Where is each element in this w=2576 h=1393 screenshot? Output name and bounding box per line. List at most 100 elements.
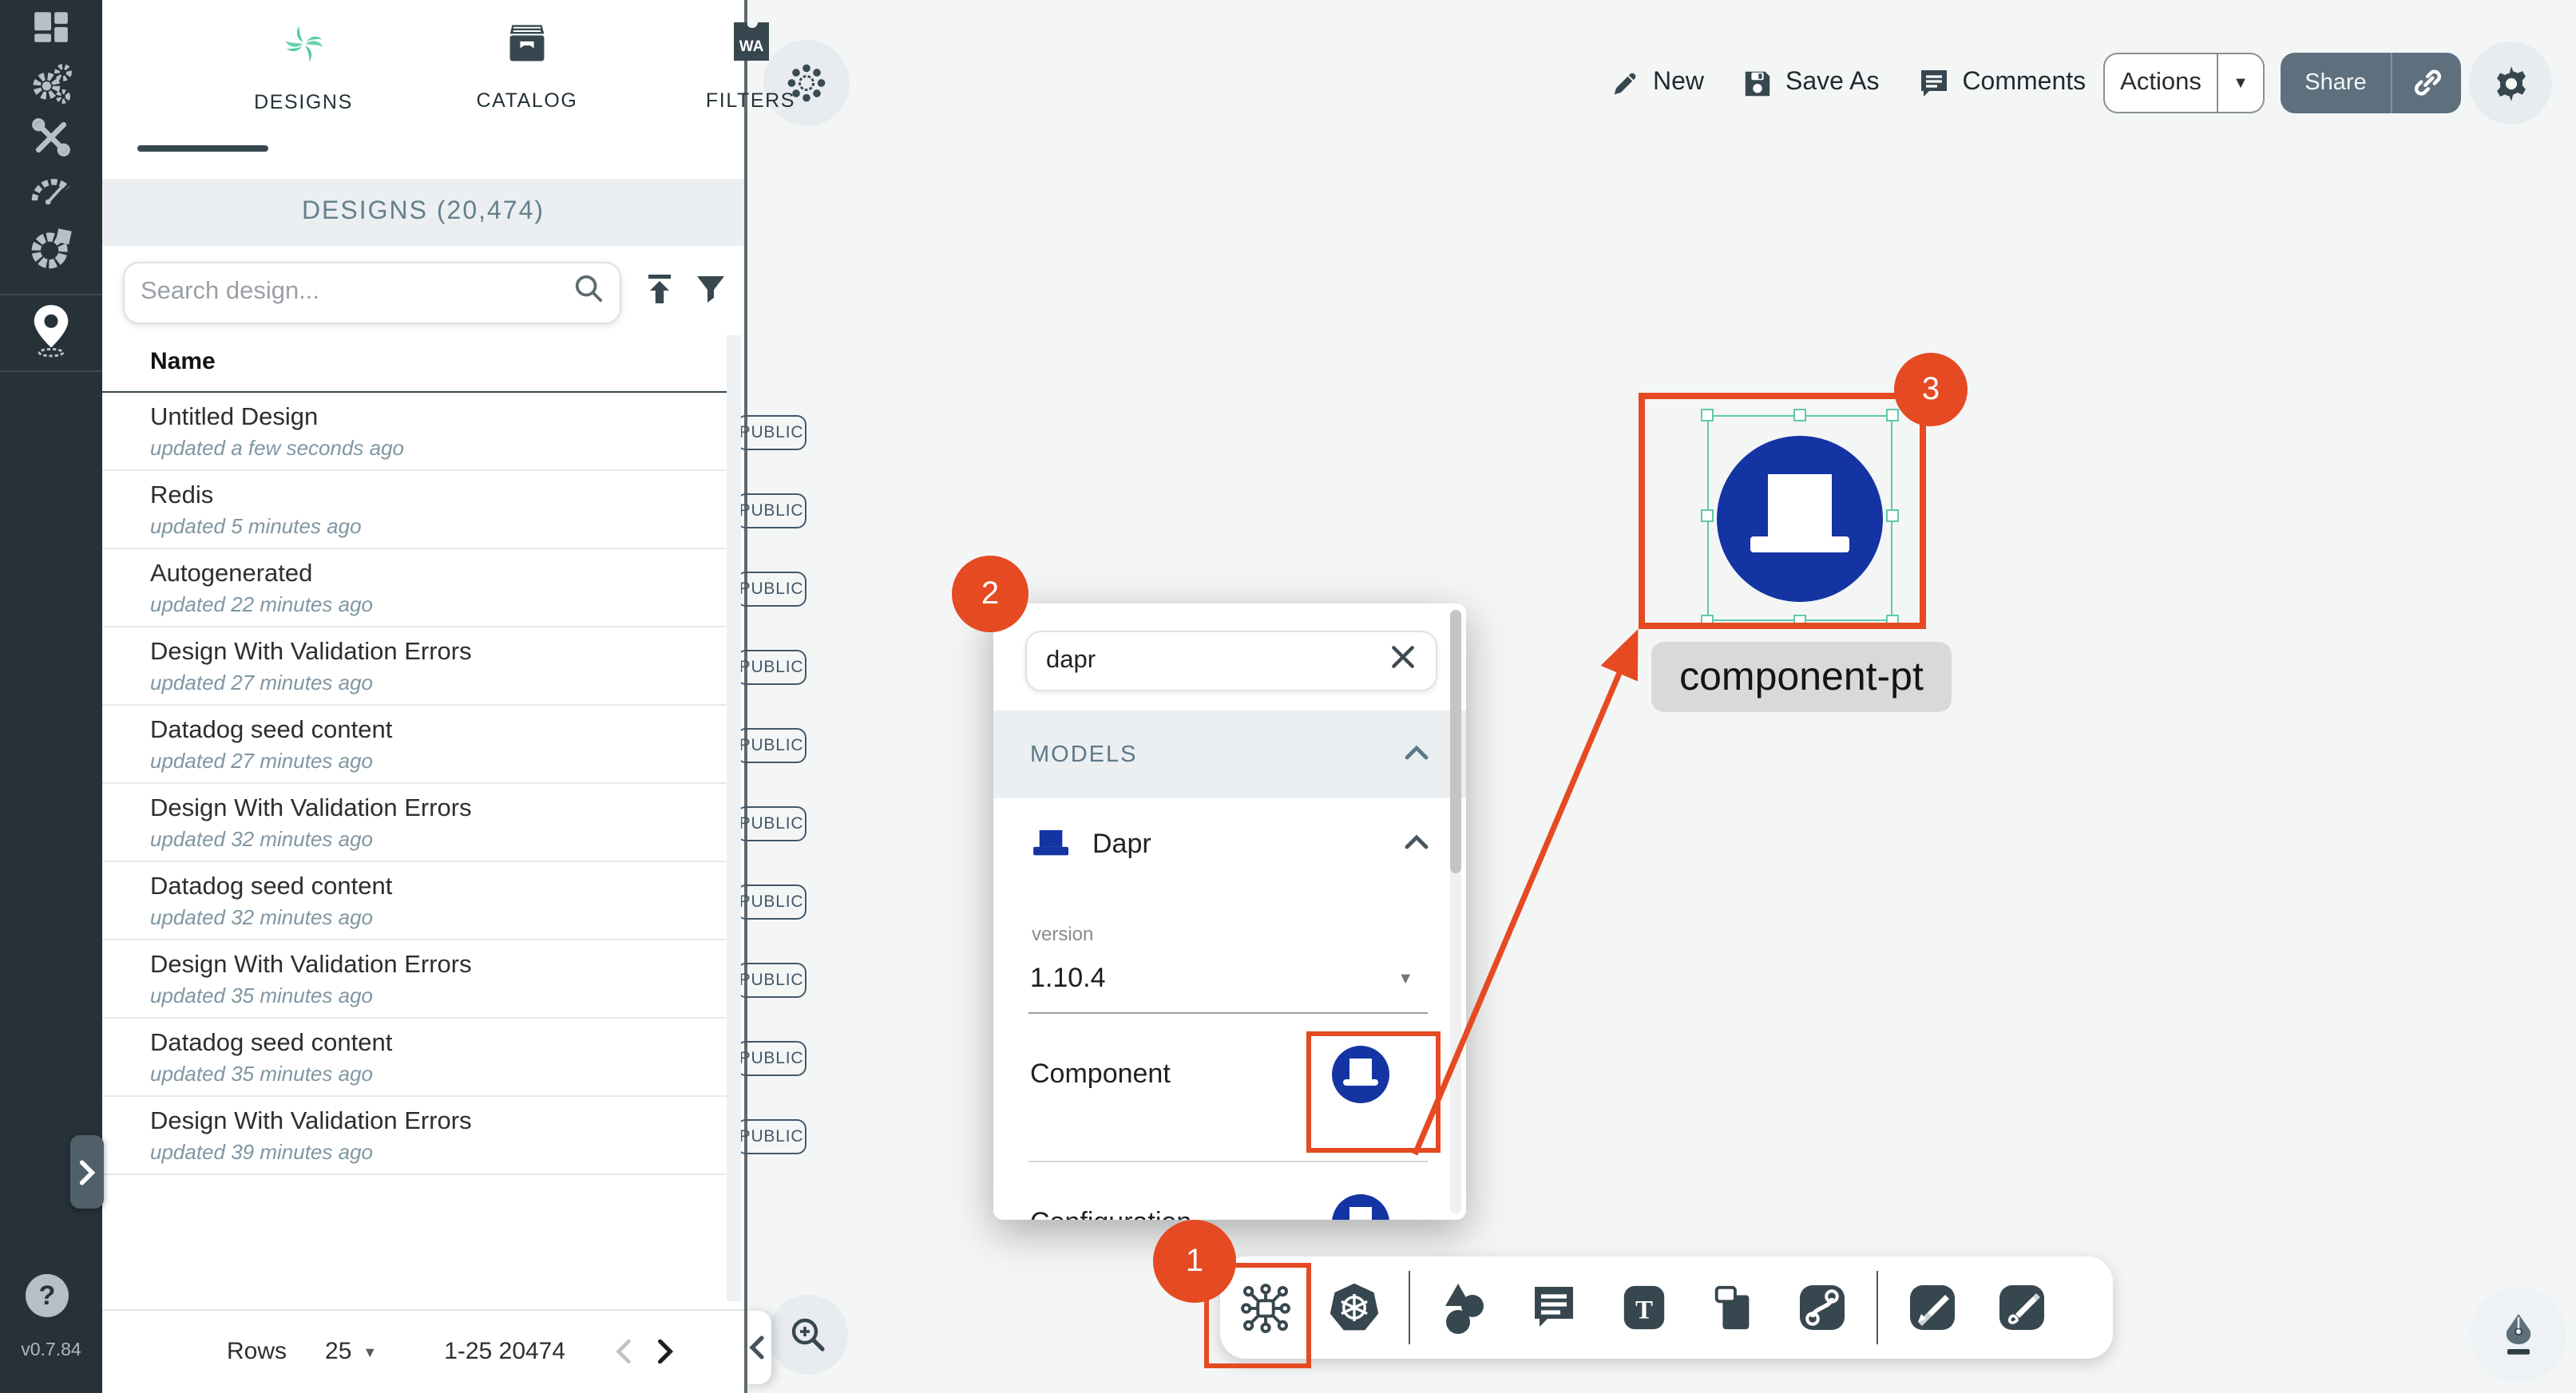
actions-caret-icon[interactable]: ▼ — [2218, 74, 2263, 92]
component-panel-scrollbar[interactable] — [1450, 610, 1461, 1213]
design-row[interactable]: Untitled Design updated a few seconds ag… — [102, 393, 730, 471]
design-row[interactable]: Datadog seed content updated 35 minutes … — [102, 1019, 730, 1097]
kubernetes-tool-icon[interactable] — [1310, 1280, 1399, 1335]
collapse-models-icon[interactable] — [1404, 742, 1429, 767]
comment-icon — [1917, 67, 1949, 99]
design-row[interactable]: Autogenerated updated 22 minutes ago PUB… — [102, 549, 730, 627]
shapes-tool-icon[interactable] — [1420, 1280, 1509, 1335]
svg-text:WA: WA — [739, 38, 763, 55]
toolbar-divider — [1409, 1271, 1410, 1344]
page-size-caret-icon[interactable]: ▼ — [363, 1344, 377, 1359]
toolbar-divider — [1877, 1271, 1878, 1344]
actions-button[interactable]: Actions ▼ — [2103, 53, 2265, 113]
notes-tool-icon[interactable] — [1688, 1282, 1777, 1333]
design-name: Design With Validation Errors — [150, 795, 472, 824]
annotation-step-1: 1 — [1153, 1220, 1236, 1303]
design-row[interactable]: Design With Validation Errors updated 27… — [102, 627, 730, 706]
design-updated: updated 22 minutes ago — [150, 592, 373, 616]
visibility-badge: PUBLIC — [736, 962, 806, 997]
whiteboard-mode-button[interactable] — [2471, 1287, 2566, 1383]
visibility-badge: PUBLIC — [736, 571, 806, 606]
design-name: Untitled Design — [150, 404, 318, 433]
dapr-configuration-icon[interactable] — [1332, 1194, 1389, 1220]
tab-filters[interactable]: WA FILTERS — [663, 19, 838, 112]
performance-gauge-icon[interactable] — [27, 169, 75, 211]
comments-button[interactable]: Comments — [1917, 67, 2086, 99]
design-name: Datadog seed content — [150, 1030, 392, 1059]
pen-arrow-tool-icon[interactable] — [1888, 1282, 1977, 1333]
designs-count-header: DESIGNS (20,474) — [102, 179, 744, 246]
visibility-badge: PUBLIC — [736, 649, 806, 684]
help-icon[interactable]: ? — [26, 1274, 69, 1317]
clear-search-icon[interactable] — [1389, 643, 1417, 679]
design-updated: updated 27 minutes ago — [150, 749, 373, 773]
freehand-draw-tool-icon[interactable] — [1977, 1282, 2067, 1333]
rows-label: Rows — [227, 1338, 287, 1365]
pen-nib-icon — [2496, 1311, 2541, 1359]
design-name: Datadog seed content — [150, 873, 392, 902]
canvas-tools-toolbar: T — [1220, 1256, 2113, 1359]
text-tool-icon[interactable]: T — [1599, 1282, 1688, 1333]
collapse-model-icon[interactable] — [1404, 830, 1429, 859]
dashboard-icon[interactable] — [31, 7, 71, 47]
comment-tool-icon[interactable] — [1509, 1282, 1599, 1333]
prev-page-icon[interactable] — [607, 1340, 639, 1363]
version-select[interactable]: 1.10.4 ▼ — [993, 947, 1466, 1011]
page-range: 1-25 20474 — [444, 1338, 565, 1365]
tab-designs[interactable]: DESIGNS — [216, 19, 391, 113]
design-row[interactable]: Datadog seed content updated 27 minutes … — [102, 706, 730, 784]
design-name: Design With Validation Errors — [150, 952, 472, 980]
design-name: Datadog seed content — [150, 717, 392, 746]
designs-search-box[interactable] — [123, 261, 621, 323]
design-updated: updated 5 minutes ago — [150, 514, 362, 538]
copy-link-icon[interactable] — [2392, 67, 2461, 99]
mesh-adapter-icon[interactable] — [27, 225, 75, 273]
filter-designs-icon[interactable] — [695, 272, 727, 312]
visibility-badge: PUBLIC — [736, 414, 806, 449]
design-name: Autogenerated — [150, 560, 312, 589]
annotation-step-2: 2 — [952, 556, 1028, 632]
next-page-icon[interactable] — [648, 1340, 680, 1363]
annotation-step-3: 3 — [1894, 353, 1968, 426]
save-as-button[interactable]: Save As — [1742, 68, 1879, 98]
designs-search-input[interactable] — [141, 278, 573, 307]
design-row[interactable]: Design With Validation Errors updated 39… — [102, 1097, 730, 1175]
sidebar-divider — [0, 294, 102, 295]
settings-gears-icon[interactable] — [27, 59, 75, 107]
design-row[interactable]: Redis updated 5 minutes ago PUBLIC — [102, 471, 730, 549]
share-button[interactable]: Share — [2281, 53, 2461, 113]
designs-scrollbar[interactable] — [727, 335, 741, 1301]
design-name: Design With Validation Errors — [150, 1108, 472, 1137]
edge-link-tool-icon[interactable] — [1777, 1282, 1867, 1333]
new-button[interactable]: New — [1610, 68, 1704, 98]
panel-tabs: DESIGNS CATALOG WA FILTERS — [102, 0, 744, 172]
design-row[interactable]: Design With Validation Errors updated 32… — [102, 784, 730, 862]
app-version: v0.7.84 — [0, 1341, 102, 1360]
pencil-icon — [1610, 68, 1640, 98]
save-icon — [1742, 68, 1773, 98]
models-section-header[interactable]: MODELS — [993, 710, 1466, 798]
model-row-dapr[interactable]: Dapr — [993, 798, 1466, 891]
tools-icon[interactable] — [30, 116, 73, 159]
version-caret-icon[interactable]: ▼ — [1397, 970, 1413, 987]
component-node-label[interactable]: component-pt — [1651, 642, 1952, 712]
sidebar-expand-chevron[interactable] — [70, 1135, 104, 1209]
designs-search-row — [123, 260, 727, 324]
design-row[interactable]: Design With Validation Errors updated 35… — [102, 940, 730, 1019]
tab-catalog[interactable]: CATALOG — [439, 19, 615, 112]
configuration-item-row[interactable]: Configuration — [993, 1162, 1466, 1220]
kanvas-pin-icon[interactable] — [27, 303, 75, 358]
settings-button[interactable] — [2469, 42, 2552, 125]
sidebar-divider — [0, 370, 102, 372]
model-name: Dapr — [1092, 829, 1151, 861]
annotation-box-component-item — [1306, 1031, 1441, 1153]
component-search-box[interactable] — [1025, 631, 1437, 691]
designs-panel: DESIGNS CATALOG WA FILTERS DESIGNS (20,4… — [102, 0, 747, 1393]
active-tab-underline — [137, 145, 268, 151]
visibility-badge: PUBLIC — [736, 1040, 806, 1075]
design-row[interactable]: Datadog seed content updated 32 minutes … — [102, 862, 730, 940]
component-search-input[interactable] — [1046, 647, 1389, 675]
page-size-select[interactable]: 25 — [325, 1338, 351, 1365]
zoom-in-button[interactable] — [768, 1295, 848, 1375]
upload-design-icon[interactable] — [644, 272, 676, 312]
